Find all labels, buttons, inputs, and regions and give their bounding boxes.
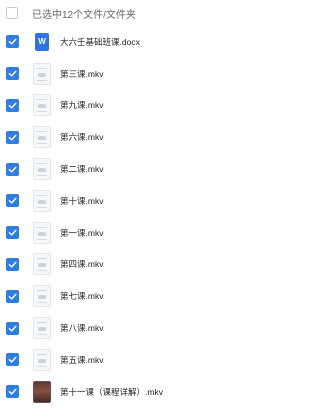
video-thumbnail bbox=[33, 285, 51, 308]
file-name: 第十课.mkv bbox=[60, 195, 104, 206]
file-checkbox[interactable] bbox=[6, 385, 19, 399]
file-checkbox[interactable] bbox=[6, 257, 19, 271]
file-checkbox[interactable] bbox=[6, 67, 19, 81]
file-name: 第二课.mkv bbox=[60, 164, 104, 175]
file-name: 第五课.mkv bbox=[60, 354, 104, 365]
file-row[interactable]: 第八课.mkv bbox=[0, 312, 280, 344]
video-thumbnail bbox=[33, 221, 51, 244]
file-checkbox[interactable] bbox=[6, 35, 19, 49]
file-checkbox[interactable] bbox=[6, 321, 19, 335]
file-row[interactable]: 第三课.mkv bbox=[0, 58, 280, 90]
file-row[interactable]: 第四课.mkv bbox=[0, 249, 280, 281]
video-thumbnail bbox=[33, 348, 51, 371]
file-name: 第三课.mkv bbox=[60, 68, 104, 79]
check-icon bbox=[8, 261, 17, 268]
selection-header: 已选中12个文件/文件夹 bbox=[0, 0, 280, 26]
video-thumbnail bbox=[33, 62, 51, 85]
file-row[interactable]: 第十课.mkv bbox=[0, 185, 280, 217]
check-icon bbox=[8, 134, 17, 141]
video-thumbnail bbox=[33, 94, 51, 117]
check-icon bbox=[8, 166, 17, 173]
file-checkbox[interactable] bbox=[6, 98, 19, 112]
check-icon bbox=[8, 102, 17, 109]
file-name: 第九课.mkv bbox=[60, 100, 104, 111]
selection-count-text: 已选中12个文件/文件夹 bbox=[32, 9, 136, 21]
video-thumbnail bbox=[33, 253, 51, 276]
file-row[interactable]: 第一课.mkv bbox=[0, 217, 280, 249]
file-row[interactable]: 第六课.mkv bbox=[0, 121, 280, 153]
select-all-checkbox[interactable] bbox=[6, 7, 18, 19]
file-row[interactable]: 第九课.mkv bbox=[0, 90, 280, 122]
word-doc-icon: W bbox=[35, 32, 49, 51]
file-checkbox[interactable] bbox=[6, 130, 19, 144]
check-icon bbox=[8, 293, 17, 300]
video-thumbnail bbox=[33, 126, 51, 149]
check-icon bbox=[8, 229, 17, 236]
video-thumbnail bbox=[33, 189, 51, 212]
check-icon bbox=[8, 356, 17, 363]
file-name: 第七课.mkv bbox=[60, 291, 104, 302]
video-thumbnail bbox=[33, 158, 51, 181]
video-thumbnail-photo bbox=[33, 380, 51, 403]
video-thumbnail bbox=[33, 317, 51, 340]
file-row[interactable]: 第七课.mkv bbox=[0, 280, 280, 312]
file-name: 第四课.mkv bbox=[60, 259, 104, 270]
file-checkbox[interactable] bbox=[6, 194, 19, 208]
file-name: 第一课.mkv bbox=[60, 227, 104, 238]
file-row[interactable]: 第二课.mkv bbox=[0, 153, 280, 185]
file-name: 第八课.mkv bbox=[60, 323, 104, 334]
check-icon bbox=[8, 70, 17, 77]
file-checkbox[interactable] bbox=[6, 353, 19, 367]
file-checkbox[interactable] bbox=[6, 226, 19, 240]
file-name: 第六课.mkv bbox=[60, 132, 104, 143]
file-name: 大六壬基础班课.docx bbox=[60, 36, 140, 47]
file-row[interactable]: W 大六壬基础班课.docx bbox=[0, 26, 280, 58]
file-list: W 大六壬基础班课.docx 第三课.mkv 第九课.mkv 第六课.mkv 第… bbox=[0, 26, 280, 408]
check-icon bbox=[8, 197, 17, 204]
file-row[interactable]: 第十一课（课程详解）.mkv bbox=[0, 376, 280, 408]
file-checkbox[interactable] bbox=[6, 289, 19, 303]
check-icon bbox=[8, 325, 17, 332]
check-icon bbox=[8, 388, 17, 395]
file-checkbox[interactable] bbox=[6, 162, 19, 176]
file-name: 第十一课（课程详解）.mkv bbox=[60, 386, 163, 397]
file-row[interactable]: 第五课.mkv bbox=[0, 344, 280, 376]
check-icon bbox=[8, 39, 17, 45]
